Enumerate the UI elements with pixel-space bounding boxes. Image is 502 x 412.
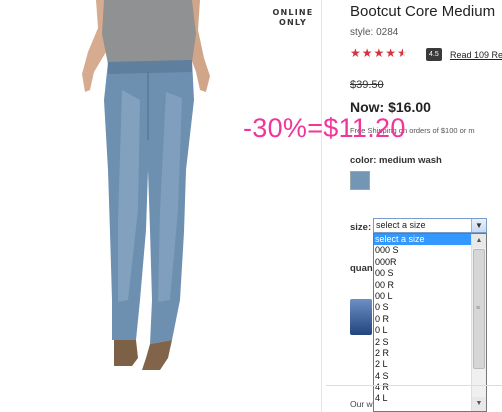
size-option[interactable]: 000R <box>374 257 486 268</box>
size-option[interactable]: 00 L <box>374 291 486 302</box>
bottom-text: Our w <box>350 399 373 409</box>
add-to-bag-button[interactable] <box>350 299 372 335</box>
size-option[interactable]: 2 L <box>374 359 486 370</box>
size-option[interactable]: 2 S <box>374 337 486 348</box>
star-icon: ★ <box>350 46 361 60</box>
size-option[interactable]: 4 S <box>374 371 486 382</box>
grip-icon: ≡ <box>476 305 481 312</box>
size-option[interactable]: 0 S <box>374 302 486 313</box>
size-option[interactable]: 00 R <box>374 280 486 291</box>
scroll-thumb[interactable]: ≡ <box>473 249 485 369</box>
price-annotation: -30%=$11.20 <box>243 113 406 143</box>
color-label: color: medium wash <box>350 155 442 166</box>
online-only-line2: ONLY <box>279 18 307 27</box>
size-select-value: select a size <box>376 220 426 230</box>
read-reviews-link[interactable]: Read 109 Re <box>450 50 502 60</box>
size-option[interactable]: 0 R <box>374 314 486 325</box>
rating-badge: 4.5 <box>426 48 442 61</box>
star-icon: ★ <box>385 46 397 60</box>
rating-stars[interactable]: ★ ★ ★ ★ ★ <box>350 47 408 59</box>
star-icon: ★ <box>373 46 385 60</box>
size-select[interactable]: select a size ▼ <box>373 218 487 233</box>
color-value: medium wash <box>379 155 442 166</box>
product-image-panel[interactable]: ONLINE ONLY <box>0 0 322 412</box>
size-option[interactable]: select a size <box>374 234 486 246</box>
size-option[interactable]: 4 L <box>374 393 486 404</box>
online-only-badge: ONLINE ONLY <box>268 8 318 28</box>
size-option[interactable]: 4 R <box>374 382 486 393</box>
chevron-down-icon[interactable]: ▼ <box>471 219 486 232</box>
size-option[interactable]: 000 S <box>374 245 486 256</box>
style-number: style: 0284 <box>350 27 399 38</box>
color-swatch-medium-wash[interactable] <box>350 171 370 190</box>
size-option[interactable]: 00 S <box>374 268 486 279</box>
quantity-label: quan <box>350 263 373 274</box>
size-option[interactable]: 0 L <box>374 325 486 336</box>
scroll-down-icon[interactable]: ▼ <box>472 397 486 411</box>
size-option[interactable]: 2 R <box>374 348 486 359</box>
scroll-up-icon[interactable]: ▲ <box>472 234 486 248</box>
divider <box>326 385 502 386</box>
half-star-icon: ★ <box>397 46 408 60</box>
size-label: size: <box>350 222 372 233</box>
product-photo[interactable] <box>0 0 322 412</box>
product-title: Bootcut Core Medium <box>350 3 496 20</box>
product-details: Bootcut Core Medium style: 0284 ★ ★ ★ ★ … <box>348 0 502 412</box>
original-price: $39.50 <box>350 79 384 91</box>
color-label-text: color: <box>350 155 377 166</box>
star-icon: ★ <box>361 46 373 60</box>
online-only-line1: ONLINE <box>272 8 314 17</box>
